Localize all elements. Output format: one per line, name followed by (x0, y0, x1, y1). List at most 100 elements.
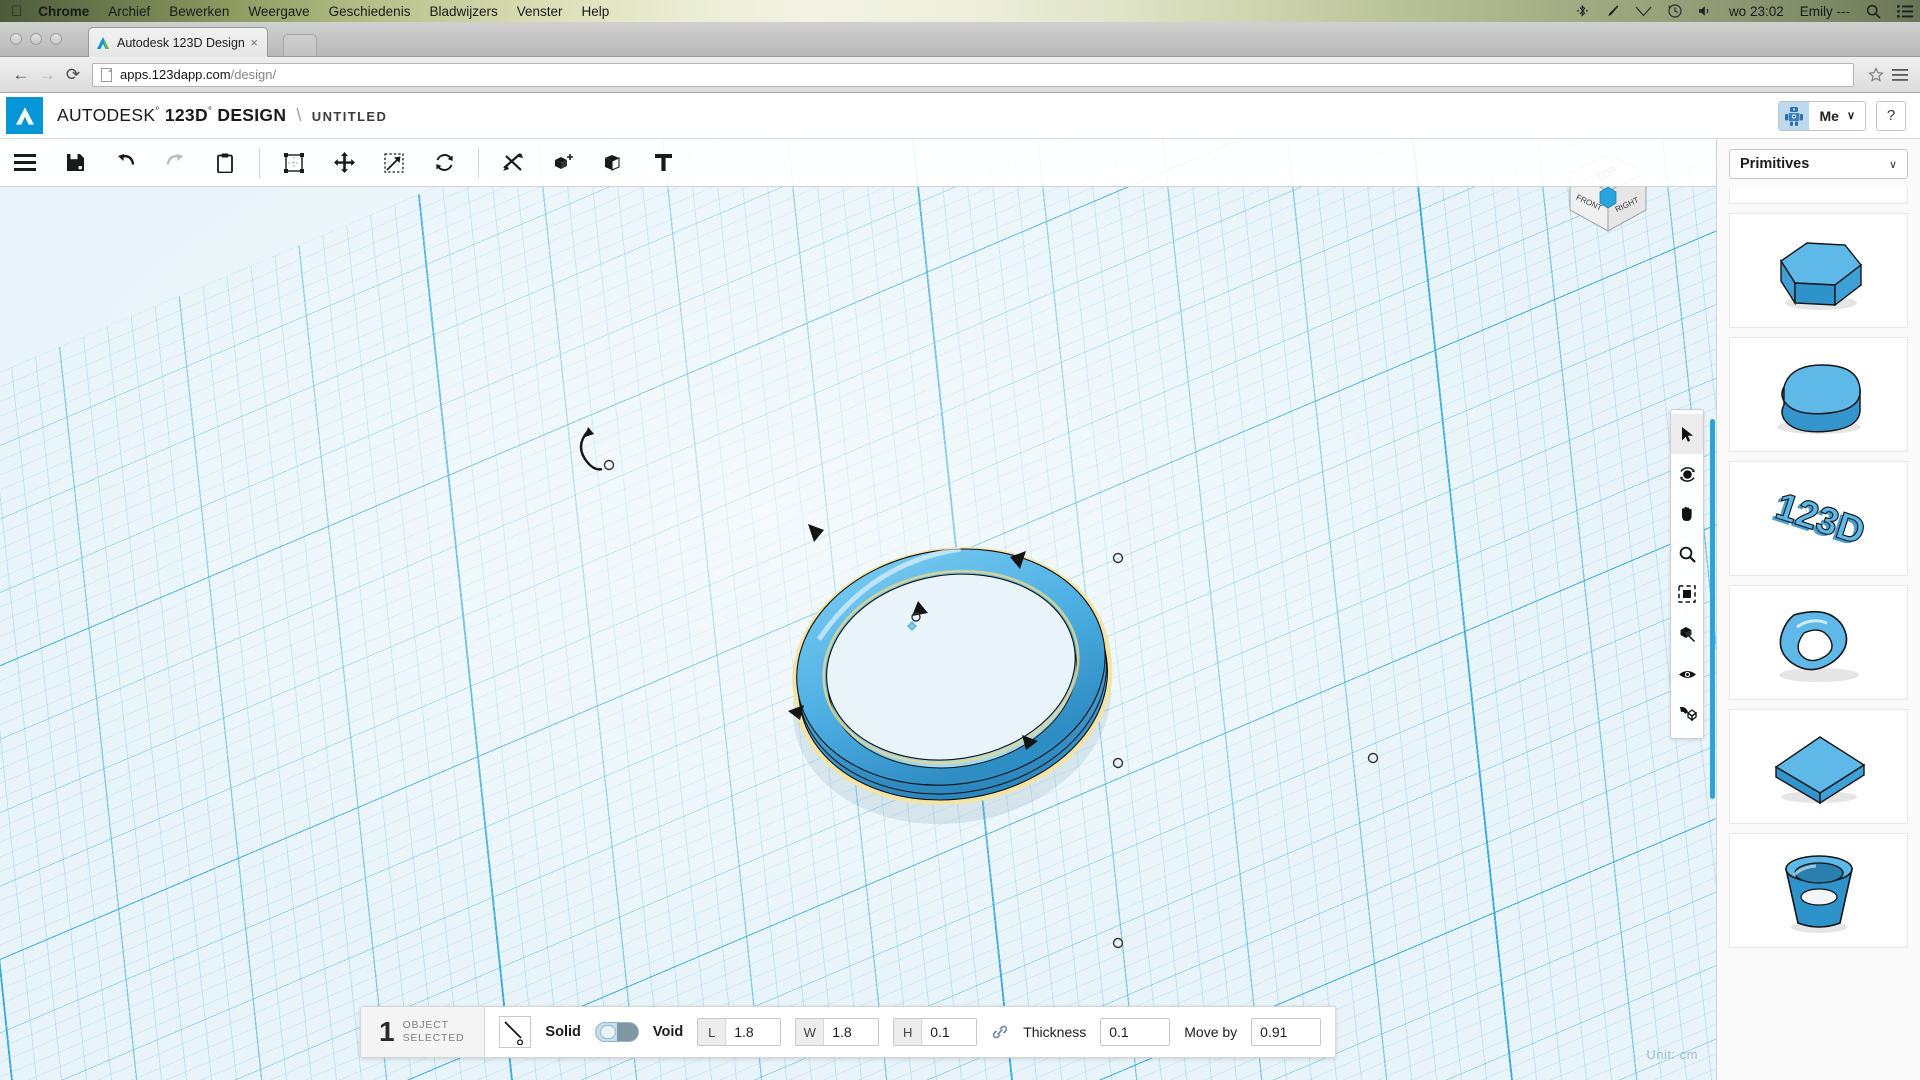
menu-item-chrome[interactable]: Chrome (38, 4, 89, 19)
page-info-icon[interactable] (101, 67, 112, 82)
manipulator-handles[interactable] (660, 429, 1320, 849)
chevron-down-icon: ∨ (1888, 158, 1897, 171)
status-bar-controls: Solid Void L 1.8 W 1.8 H 0.1 Thickness 0… (485, 1016, 1335, 1048)
address-host: apps.123dapp.com (120, 67, 231, 82)
move-by-field[interactable]: 0.91 (1251, 1018, 1322, 1046)
avatar (1779, 101, 1810, 130)
window-controls (10, 33, 62, 45)
pen-tablet-icon[interactable] (1604, 4, 1619, 19)
zoom-icon[interactable] (1671, 534, 1703, 574)
selection-label: OBJECT SELECTED (402, 1019, 465, 1044)
height-field-value: 0.1 (922, 1019, 977, 1045)
scale-handle-top[interactable] (1090, 534, 1150, 584)
primitive-icon[interactable] (546, 146, 580, 180)
account-menu-button[interactable]: Me ∨ (1778, 100, 1866, 131)
width-field-value: 1.8 (824, 1019, 879, 1045)
brand-design: DESIGN (217, 105, 287, 125)
primitives-panel: Primitives ∨ 123D 123D 123D (1716, 139, 1920, 1080)
move-by-label: Move by (1184, 1024, 1238, 1040)
primitive-hexagon-prism[interactable] (1729, 213, 1908, 328)
combine-icon[interactable] (596, 146, 630, 180)
scale-icon[interactable] (377, 146, 411, 180)
thickness-field[interactable]: 0.1 (1100, 1018, 1171, 1046)
primitive-hollow-cone[interactable] (1729, 833, 1908, 948)
visibility-eye-icon[interactable] (1671, 654, 1703, 694)
menu-item-archief[interactable]: Archief (108, 4, 150, 19)
fit-to-view-icon[interactable] (1671, 574, 1703, 614)
viewport-canvas[interactable]: TOP FRONT RIGHT (0, 139, 1716, 1080)
width-field[interactable]: W 1.8 (795, 1018, 880, 1046)
primitive-teardrop-extrusion[interactable] (1729, 337, 1908, 452)
volume-icon[interactable] (1698, 5, 1713, 17)
rotate-gizmo[interactable] (560, 409, 700, 499)
close-icon[interactable]: × (247, 35, 261, 50)
scale-handle-right[interactable] (1090, 739, 1150, 789)
chrome-menu-icon[interactable] (1888, 63, 1912, 87)
undo-icon[interactable] (108, 146, 142, 180)
close-window-button[interactable] (10, 33, 22, 45)
select-icon[interactable] (277, 146, 311, 180)
length-field-label: L (698, 1019, 727, 1045)
width-field-label: W (796, 1019, 825, 1045)
brand-sup-1: ° (155, 106, 160, 118)
search-icon[interactable] (1866, 4, 1881, 19)
minimize-window-button[interactable] (30, 33, 42, 45)
user-menu[interactable]: Emily --- (1800, 4, 1850, 19)
measure-icon[interactable] (496, 146, 530, 180)
select-cursor-icon[interactable] (1671, 414, 1703, 454)
length-field[interactable]: L 1.8 (697, 1018, 782, 1046)
app-header: AUTODESK° 123D° DESIGN \ UNTITLED Me ∨ ? (0, 93, 1920, 139)
save-icon[interactable] (58, 146, 92, 180)
os-menu-bar:  Chrome Archief Bewerken Weergave Gesch… (0, 0, 1920, 22)
primitive-123d-text[interactable]: 123D 123D 123D (1729, 461, 1908, 576)
chain-link-icon[interactable] (991, 1023, 1009, 1041)
scale-handle-side[interactable] (1345, 734, 1405, 784)
primitives-thumbnail-list[interactable]: 123D 123D 123D (1717, 188, 1920, 1080)
primitive-thumb-partial[interactable] (1729, 188, 1908, 204)
orbit-icon[interactable] (1671, 454, 1703, 494)
back-button[interactable]: ← (8, 62, 34, 88)
snap-magnet-icon[interactable] (1671, 694, 1703, 734)
menu-item-geschiedenis[interactable]: Geschiedenis (329, 4, 411, 19)
apple-icon[interactable]:  (11, 4, 22, 19)
canvas-scrollbar[interactable] (1710, 419, 1715, 799)
menu-item-help[interactable]: Help (582, 4, 610, 19)
scale-handle-bottom[interactable] (1090, 919, 1150, 969)
menu-item-bewerken[interactable]: Bewerken (169, 4, 229, 19)
notification-center-icon[interactable] (1897, 4, 1913, 18)
autodesk-logo-icon[interactable] (6, 97, 43, 134)
height-field[interactable]: H 0.1 (893, 1018, 978, 1046)
text-icon[interactable] (646, 146, 680, 180)
primitive-torus-ring[interactable] (1729, 585, 1908, 700)
primitives-category-dropdown[interactable]: Primitives ∨ (1729, 149, 1908, 179)
menu-item-venster[interactable]: Venster (517, 4, 563, 19)
bookmark-star-icon[interactable] (1864, 63, 1888, 87)
paste-icon[interactable] (208, 146, 242, 180)
forward-button[interactable]: → (34, 62, 60, 88)
menu-icon[interactable] (8, 146, 42, 180)
zoom-window-button[interactable] (50, 33, 62, 45)
app-toolbar (0, 139, 1716, 187)
menu-item-bladwijzers[interactable]: Bladwijzers (429, 4, 497, 19)
new-tab-button[interactable] (283, 34, 317, 56)
rotate-icon[interactable] (427, 146, 461, 180)
bluetooth-icon[interactable] (1576, 4, 1588, 18)
reload-button[interactable]: ⟳ (60, 62, 86, 88)
clock[interactable]: wo 23:02 (1729, 4, 1784, 19)
redo-icon[interactable] (158, 146, 192, 180)
move-icon[interactable] (327, 146, 361, 180)
time-machine-icon[interactable] (1668, 4, 1682, 18)
browser-tab[interactable]: Autodesk 123D Design × (88, 27, 268, 57)
help-button[interactable]: ? (1876, 100, 1906, 131)
wifi-icon[interactable] (1635, 5, 1652, 17)
app-header-actions: Me ∨ ? (1778, 100, 1920, 131)
brand-123d: 123D (164, 105, 208, 125)
primitive-flat-box[interactable] (1729, 709, 1908, 824)
sketch-line-icon[interactable] (499, 1016, 532, 1048)
pan-icon[interactable] (1671, 494, 1703, 534)
solid-void-toggle[interactable] (594, 1022, 639, 1042)
menu-item-weergave[interactable]: Weergave (248, 4, 309, 19)
zoom-object-icon[interactable] (1671, 614, 1703, 654)
address-bar[interactable]: apps.123dapp.com/design/ (92, 62, 1854, 87)
thickness-label: Thickness (1023, 1024, 1087, 1040)
